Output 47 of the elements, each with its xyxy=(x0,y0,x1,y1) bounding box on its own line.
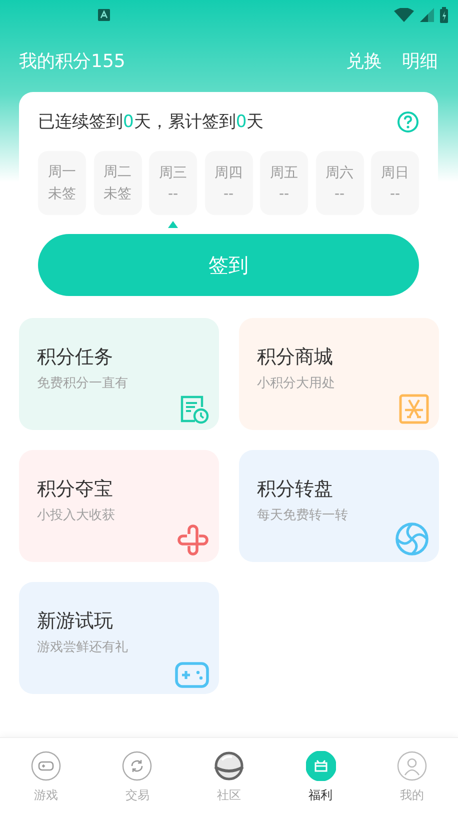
card-subtitle: 游戏尝鲜还有礼 xyxy=(37,639,129,656)
user-icon xyxy=(397,751,428,781)
planet-icon xyxy=(212,751,246,781)
day-cell: 周三 -- xyxy=(149,151,197,215)
points-title: 我的积分155 xyxy=(19,50,126,73)
header-link[interactable]: 兑换 xyxy=(326,49,382,73)
day-cell: 周一 未签 xyxy=(38,151,86,215)
nav-tab[interactable]: 游戏 xyxy=(0,738,92,814)
card-title: 积分商城 xyxy=(257,345,334,370)
knot-icon xyxy=(177,524,209,556)
day-cell: 周日 -- xyxy=(371,151,419,215)
checkin-button[interactable]: 签到 xyxy=(38,234,419,296)
feature-card[interactable]: 新游试玩 游戏尝鲜还有礼 xyxy=(19,582,219,694)
day-cell: 周四 -- xyxy=(204,151,252,215)
pinwheel-icon xyxy=(395,522,429,556)
day-cell: 周六 -- xyxy=(316,151,364,215)
gamepad-icon xyxy=(30,751,61,781)
feature-card[interactable]: 积分夺宝 小投入大收获 xyxy=(19,450,219,562)
day-cell: 周五 -- xyxy=(260,151,308,215)
card-subtitle: 每天免费转一转 xyxy=(257,507,349,524)
battery-icon xyxy=(440,7,448,23)
store-icon xyxy=(399,394,429,424)
gamepad-icon xyxy=(175,662,209,688)
refresh-icon xyxy=(122,751,152,781)
feature-card[interactable]: 积分转盘 每天免费转一转 xyxy=(239,450,439,562)
feature-card[interactable]: 积分任务 免费积分一直有 xyxy=(19,318,219,430)
card-title: 积分夺宝 xyxy=(37,477,114,502)
header-link[interactable]: 明细 xyxy=(382,49,438,73)
feature-card[interactable]: 积分商城 小积分大用处 xyxy=(239,318,439,430)
card-title: 新游试玩 xyxy=(37,609,114,634)
nav-tab[interactable]: 福利 xyxy=(274,738,366,814)
card-title: 积分转盘 xyxy=(257,477,334,502)
wifi-icon xyxy=(394,8,414,22)
signal-icon xyxy=(420,8,434,22)
card-title: 积分任务 xyxy=(37,345,114,370)
nav-tab[interactable]: 我的 xyxy=(366,738,458,814)
notification-icon xyxy=(98,9,110,21)
card-subtitle: 免费积分一直有 xyxy=(37,375,129,392)
day-cell: 周二 未签 xyxy=(94,151,142,215)
nav-tab[interactable]: 交易 xyxy=(92,738,184,814)
help-icon[interactable] xyxy=(397,110,419,132)
card-subtitle: 小积分大用处 xyxy=(257,375,336,392)
nav-tab[interactable]: 社区 xyxy=(183,738,275,814)
checkin-summary: 已连续签到0天，累计签到0天 xyxy=(38,111,264,133)
card-subtitle: 小投入大收获 xyxy=(37,507,116,524)
gift-icon xyxy=(306,751,336,781)
document-clock-icon xyxy=(179,394,209,424)
